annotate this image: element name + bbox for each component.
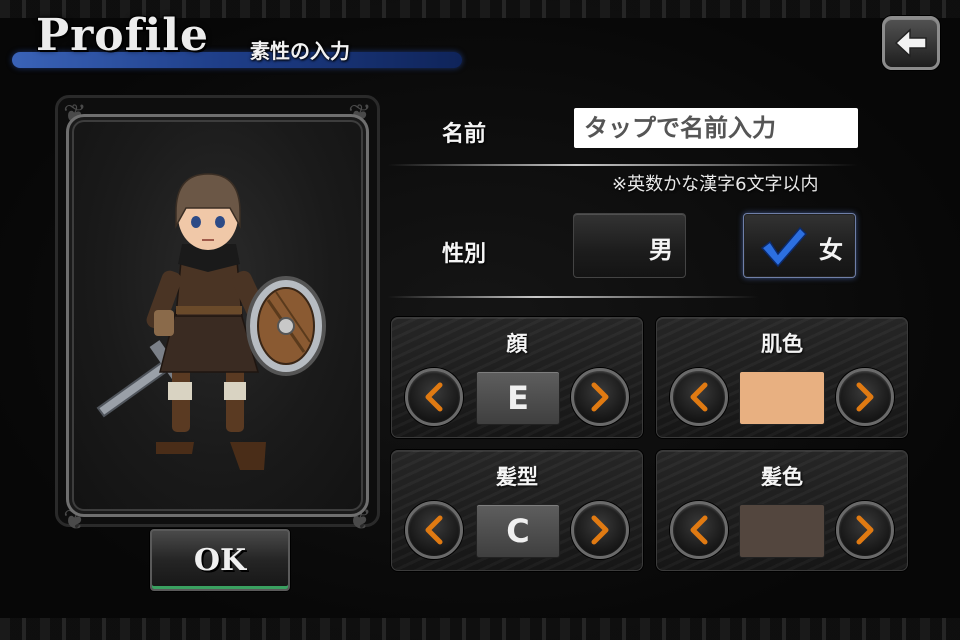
skin-color-title: 肌色	[761, 332, 803, 356]
face-next-button[interactable]	[571, 368, 629, 426]
header: Profile 素性の入力	[0, 0, 480, 80]
chevron-left-icon	[425, 515, 443, 545]
back-button[interactable]	[882, 16, 940, 70]
chevron-right-icon	[591, 515, 609, 545]
face-value: E	[476, 371, 560, 425]
hair-color-panel: 髪色	[656, 450, 908, 571]
name-length-note: ※英数かな漢字6文字以内	[612, 174, 819, 195]
chevron-right-icon	[591, 382, 609, 412]
ok-button[interactable]: OK	[150, 529, 290, 591]
gender-label: 性別	[442, 242, 487, 267]
hair-color-next-button[interactable]	[836, 501, 894, 559]
arrow-left-icon	[894, 28, 927, 58]
skin-color-panel: 肌色	[656, 317, 908, 438]
hair-color-prev-button[interactable]	[670, 501, 728, 559]
bottom-ornament-band	[0, 618, 960, 640]
hair-color-title: 髪色	[761, 465, 803, 489]
chevron-left-icon	[425, 382, 443, 412]
gender-male-button[interactable]: 男	[573, 213, 686, 278]
chevron-left-icon	[690, 382, 708, 412]
hairstyle-title: 髪型	[496, 465, 538, 489]
face-panel: 顔 E	[391, 317, 643, 438]
hair-color-swatch	[739, 504, 825, 558]
page-subtitle: 素性の入力	[250, 39, 350, 63]
divider	[388, 164, 858, 166]
hairstyle-panel: 髪型 C	[391, 450, 643, 571]
hairstyle-prev-button[interactable]	[405, 501, 463, 559]
skin-color-next-button[interactable]	[836, 368, 894, 426]
checkmark-icon	[760, 226, 808, 268]
character-preview	[96, 173, 326, 470]
hairstyle-next-button[interactable]	[571, 501, 629, 559]
skin-color-swatch	[739, 371, 825, 425]
chevron-right-icon	[856, 515, 874, 545]
hairstyle-value: C	[476, 504, 560, 558]
face-title: 顔	[506, 332, 528, 356]
chevron-right-icon	[856, 382, 874, 412]
gender-female-button[interactable]: 女	[743, 213, 856, 278]
page-title: Profile	[36, 10, 209, 61]
divider	[388, 296, 758, 298]
gender-female-label: 女	[819, 236, 843, 264]
chevron-left-icon	[690, 515, 708, 545]
face-prev-button[interactable]	[405, 368, 463, 426]
shield-icon	[246, 276, 326, 376]
name-input[interactable]	[574, 108, 858, 148]
name-label: 名前	[442, 122, 487, 147]
gender-male-label: 男	[649, 236, 673, 264]
skin-color-prev-button[interactable]	[670, 368, 728, 426]
